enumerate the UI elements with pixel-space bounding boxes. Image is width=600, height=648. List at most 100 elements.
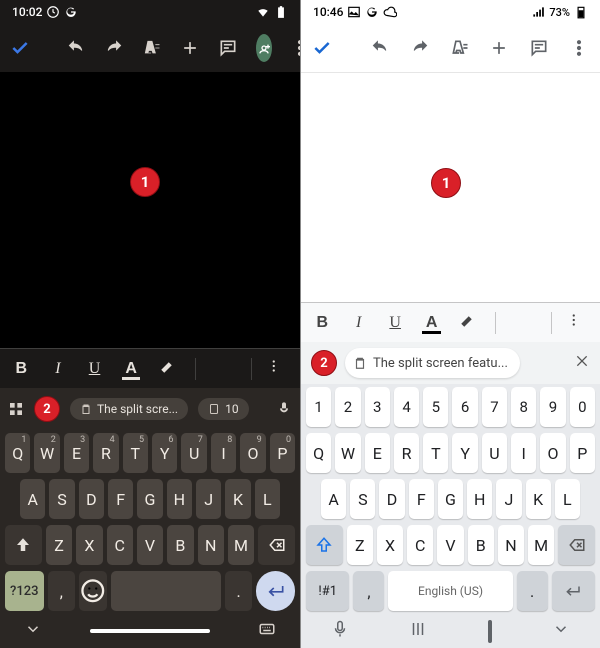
shift-key[interactable] <box>5 525 42 565</box>
recent-apps-button[interactable] <box>409 620 427 642</box>
key-y[interactable]: Y <box>452 433 477 473</box>
key-s[interactable]: S <box>350 479 375 519</box>
key-0[interactable]: 0 <box>570 387 595 427</box>
insert-button[interactable] <box>180 37 200 59</box>
key-h[interactable]: H <box>167 479 192 519</box>
numtoggle-key[interactable]: !#1 <box>306 571 349 611</box>
key-y[interactable]: Y6 <box>152 433 177 473</box>
key-o[interactable]: O <box>540 433 565 473</box>
key-m[interactable]: M <box>528 525 554 565</box>
highlight-button[interactable] <box>158 357 177 380</box>
key-s[interactable]: S <box>49 479 74 519</box>
share-button[interactable] <box>256 34 272 62</box>
comma-key[interactable]: , <box>353 571 384 611</box>
key-q[interactable]: Q1 <box>5 433 30 473</box>
list-button[interactable] <box>570 311 588 334</box>
key-e[interactable]: E3 <box>64 433 89 473</box>
key-q[interactable]: Q <box>306 433 331 473</box>
dismiss-suggestion-button[interactable] <box>574 353 590 373</box>
key-t[interactable]: T5 <box>123 433 148 473</box>
key-c[interactable]: C <box>407 525 433 565</box>
key-5[interactable]: 5 <box>423 387 448 427</box>
redo-button[interactable] <box>409 37 431 59</box>
key-7[interactable]: 7 <box>482 387 507 427</box>
key-g[interactable]: G <box>137 479 162 519</box>
redo-button[interactable] <box>104 37 124 59</box>
insert-button[interactable] <box>488 37 510 59</box>
key-i[interactable]: I8 <box>211 433 236 473</box>
bold-button[interactable]: B <box>12 360 31 378</box>
comment-button[interactable] <box>528 37 550 59</box>
document-canvas[interactable]: 1 <box>0 72 300 348</box>
key-k[interactable]: K <box>526 479 551 519</box>
key-g[interactable]: G <box>438 479 463 519</box>
key-v[interactable]: V <box>437 525 463 565</box>
key-i[interactable]: I <box>511 433 536 473</box>
space-key[interactable] <box>111 571 221 611</box>
key-d[interactable]: D <box>379 479 404 519</box>
period-key[interactable]: . <box>517 571 548 611</box>
key-f[interactable]: F <box>108 479 133 519</box>
key-r[interactable]: R <box>394 433 419 473</box>
gesture-handle[interactable] <box>90 629 210 633</box>
key-a[interactable]: A <box>20 479 45 519</box>
align-button[interactable] <box>214 357 233 380</box>
align-button[interactable] <box>514 311 532 334</box>
clipboard-count[interactable]: 10 <box>198 398 249 420</box>
undo-button[interactable] <box>66 37 86 59</box>
key-o[interactable]: O9 <box>240 433 265 473</box>
key-z[interactable]: Z <box>347 525 373 565</box>
key-p[interactable]: P0 <box>270 433 295 473</box>
key-n[interactable]: N <box>498 525 524 565</box>
done-button[interactable] <box>311 37 333 59</box>
key-u[interactable]: U7 <box>181 433 206 473</box>
key-3[interactable]: 3 <box>365 387 390 427</box>
key-w[interactable]: W <box>335 433 360 473</box>
key-x[interactable]: X <box>76 525 102 565</box>
key-x[interactable]: X <box>377 525 403 565</box>
key-n[interactable]: N <box>198 525 224 565</box>
key-2[interactable]: 2 <box>335 387 360 427</box>
key-l[interactable]: L <box>555 479 580 519</box>
key-h[interactable]: H <box>467 479 492 519</box>
emoji-key[interactable] <box>79 571 107 611</box>
text-color-button[interactable]: A <box>422 314 440 332</box>
comma-key[interactable]: , <box>48 571 76 611</box>
italic-button[interactable]: I <box>349 314 367 332</box>
collapse-keyboard-icon[interactable] <box>24 620 42 642</box>
key-f[interactable]: F <box>409 479 434 519</box>
key-k[interactable]: K <box>225 479 250 519</box>
shift-key[interactable] <box>306 525 343 565</box>
key-4[interactable]: 4 <box>394 387 419 427</box>
key-j[interactable]: J <box>196 479 221 519</box>
key-b[interactable]: B <box>167 525 193 565</box>
key-t[interactable]: T <box>423 433 448 473</box>
numtoggle-key[interactable]: ?123 <box>5 571 44 611</box>
key-u[interactable]: U <box>482 433 507 473</box>
key-w[interactable]: W2 <box>34 433 59 473</box>
key-v[interactable]: V <box>137 525 163 565</box>
period-key[interactable]: . <box>225 571 253 611</box>
done-button[interactable] <box>10 37 30 59</box>
home-button[interactable] <box>488 622 492 641</box>
highlight-button[interactable] <box>459 311 477 334</box>
backspace-key[interactable] <box>558 525 595 565</box>
key-9[interactable]: 9 <box>540 387 565 427</box>
keyboard-switch-icon[interactable] <box>258 620 276 642</box>
comment-button[interactable] <box>218 37 238 59</box>
mic-icon[interactable] <box>331 620 349 642</box>
enter-key[interactable] <box>256 571 295 611</box>
undo-button[interactable] <box>369 37 391 59</box>
key-a[interactable]: A <box>321 479 346 519</box>
text-format-button[interactable] <box>449 37 471 59</box>
underline-button[interactable]: U <box>85 360 104 378</box>
space-key[interactable]: English (US) <box>388 571 512 611</box>
underline-button[interactable]: U <box>386 314 404 332</box>
text-format-button[interactable] <box>142 37 162 59</box>
key-b[interactable]: B <box>468 525 494 565</box>
overflow-button[interactable] <box>568 37 590 59</box>
bold-button[interactable]: B <box>313 314 331 332</box>
italic-button[interactable]: I <box>49 360 68 378</box>
key-c[interactable]: C <box>107 525 133 565</box>
clipboard-suggestion[interactable]: The split scre... <box>70 398 188 420</box>
